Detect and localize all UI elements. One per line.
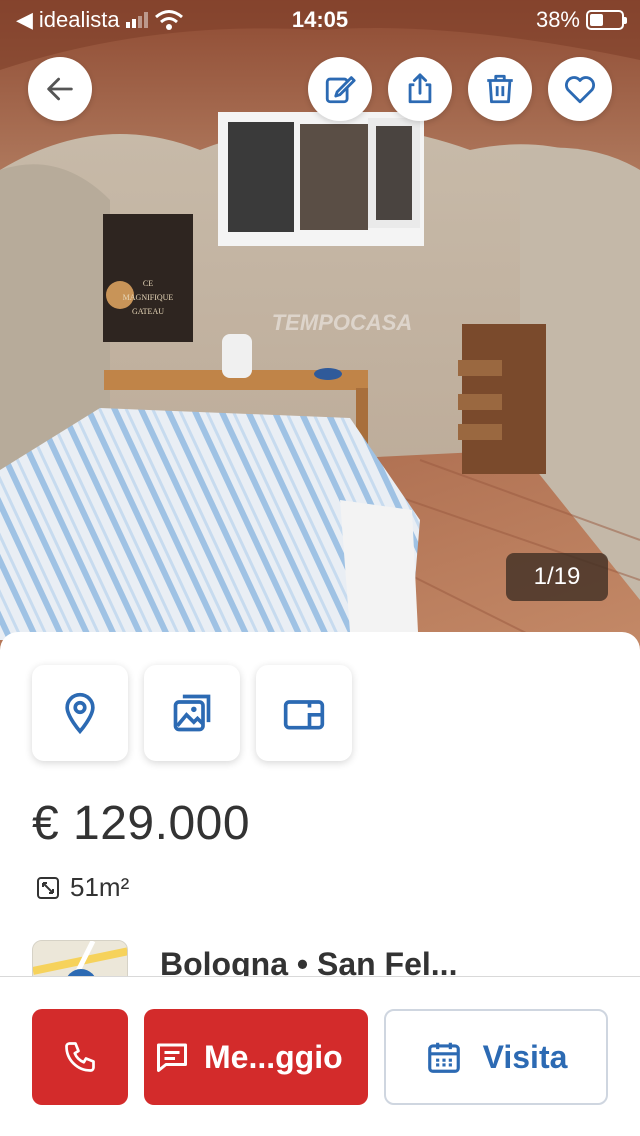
back-app-label: idealista bbox=[38, 7, 120, 32]
status-back-app[interactable]: ◀ idealista bbox=[16, 7, 184, 33]
back-arrow-icon bbox=[47, 77, 73, 101]
edit-button[interactable] bbox=[308, 57, 372, 121]
message-label: Me...ggio bbox=[204, 1038, 343, 1075]
listing-location[interactable]: Bologna • San Fel... bbox=[160, 946, 457, 978]
gallery-icon bbox=[173, 694, 211, 732]
edit-icon bbox=[325, 76, 356, 104]
poster-text-1: CE bbox=[143, 279, 153, 288]
call-button[interactable] bbox=[32, 1009, 128, 1105]
gallery-tile-button[interactable] bbox=[144, 665, 240, 761]
heart-icon bbox=[565, 76, 595, 104]
bottom-action-bar: Me...ggio Visita bbox=[0, 976, 640, 1136]
back-triangle-icon: ◀ bbox=[16, 7, 33, 32]
watermark-text: TEMPOCASA bbox=[272, 310, 413, 335]
trash-icon bbox=[487, 74, 513, 104]
expand-size-icon bbox=[37, 876, 59, 899]
listing-card: € 129.000 51m² Bologna • San Fel... › bbox=[0, 632, 640, 978]
map-thumbnail-image bbox=[33, 941, 127, 978]
share-button[interactable] bbox=[388, 57, 452, 121]
favorite-button[interactable] bbox=[548, 57, 612, 121]
visit-button[interactable]: Visita bbox=[384, 1009, 608, 1105]
map-thumbnail[interactable] bbox=[32, 940, 128, 978]
calendar-icon bbox=[427, 1042, 460, 1073]
listing-area: 51m² bbox=[36, 872, 129, 903]
message-button[interactable]: Me...ggio bbox=[144, 1009, 368, 1105]
visit-label: Visita bbox=[482, 1038, 568, 1075]
photo-counter: 1/19 bbox=[506, 553, 608, 601]
location-pin-icon bbox=[65, 692, 95, 735]
poster-text-2: MAGNIFIQUE bbox=[123, 293, 174, 302]
phone-icon bbox=[65, 1042, 95, 1072]
battery-percent: 38% bbox=[535, 7, 580, 32]
status-bar: ◀ idealista 14:05 38% bbox=[0, 0, 640, 40]
floorplan-tile-button[interactable] bbox=[256, 665, 352, 761]
share-icon bbox=[408, 73, 432, 104]
delete-button[interactable] bbox=[468, 57, 532, 121]
area-value: 51m² bbox=[70, 872, 130, 902]
chat-icon bbox=[157, 1043, 187, 1072]
poster-text-3: GATEAU bbox=[132, 307, 164, 316]
signal-icon bbox=[125, 12, 148, 28]
back-button[interactable] bbox=[28, 57, 92, 121]
floorplan-icon bbox=[283, 700, 325, 730]
map-tile-button[interactable] bbox=[32, 665, 128, 761]
listing-price: € 129.000 bbox=[32, 797, 251, 850]
battery-icon bbox=[586, 10, 627, 30]
wifi-icon bbox=[154, 10, 183, 30]
